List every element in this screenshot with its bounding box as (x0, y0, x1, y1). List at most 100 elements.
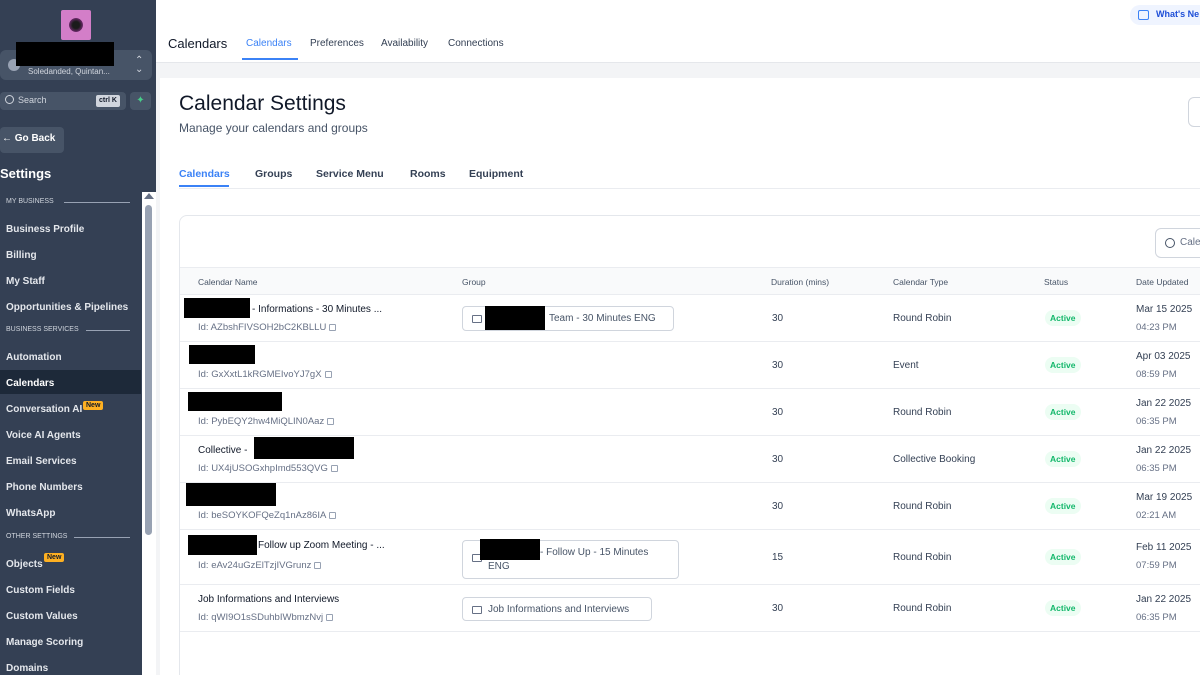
company-logo[interactable] (61, 10, 91, 40)
table-row[interactable]: Follow up Zoom Meeting - ... Id: eAv24uG… (180, 530, 1200, 585)
sidebar-item-calendars[interactable]: Calendars (0, 370, 141, 394)
tab-calendars[interactable]: Calendars (246, 38, 292, 49)
tab-connections[interactable]: Connections (448, 38, 504, 49)
table-row[interactable]: - Informations - 30 Minutes ... Id: AZbs… (180, 295, 1200, 342)
tab-preferences[interactable]: Preferences (310, 38, 364, 49)
date-updated: Jan 22 2025 (1136, 398, 1192, 409)
calendar-type: Round Robin (893, 407, 952, 418)
bolt-icon: ✦ (136, 95, 145, 106)
main-content: Calendar Settings Manage your calendars … (160, 78, 1200, 675)
table-row[interactable]: Id: beSOYKOFQeZq1nAz86IA 30 Round Robin … (180, 483, 1200, 530)
subtab-service-menu[interactable]: Service Menu (316, 168, 384, 180)
redacted-group (485, 306, 545, 330)
settings-title: Settings (0, 166, 52, 181)
subtab-equipment[interactable]: Equipment (469, 168, 523, 180)
subtab-rooms[interactable]: Rooms (410, 168, 446, 180)
status-badge: Active (1045, 357, 1081, 373)
time-updated: 06:35 PM (1136, 416, 1177, 427)
calendar-id-text: Id: qWI9O1sSDuhbIWbmzNvj (198, 612, 324, 623)
sidebar-item-business-profile[interactable]: Business Profile (0, 216, 141, 240)
copy-icon[interactable] (329, 323, 337, 331)
column-header[interactable]: Date Updated (1136, 277, 1188, 287)
sidebar-item-phone-numbers[interactable]: Phone Numbers (0, 474, 141, 498)
calendar-id: Id: PybEQY2hw4MiQLIN0Aaz (198, 416, 335, 427)
table-header: Calendar Name Group Duration (mins) Cale… (180, 267, 1200, 295)
sidebar-item-domains[interactable]: Domains (0, 655, 141, 675)
active-subtab-indicator (179, 185, 229, 187)
redacted-account-name (16, 42, 114, 66)
copy-icon[interactable] (326, 613, 334, 621)
group-name-line2: ENG (488, 561, 510, 572)
table-row[interactable]: Id: PybEQY2hw4MiQLIN0Aaz 30 Round Robin … (180, 389, 1200, 436)
sidebar-item-objects[interactable]: Objects New (0, 551, 141, 575)
date-updated: Apr 03 2025 (1136, 351, 1191, 362)
calendar-id-text: Id: UX4jUSOGxhpImd553QVG (198, 463, 328, 474)
column-header[interactable]: Calendar Type (893, 277, 948, 287)
folder-icon (472, 606, 482, 614)
duration: 15 (772, 552, 784, 563)
copy-icon[interactable] (314, 561, 322, 569)
chevron-updown-icon: ⌃ ⌄ (135, 55, 144, 75)
time-updated: 06:35 PM (1136, 463, 1177, 474)
status-badge: Active (1045, 451, 1081, 467)
redacted-name (186, 483, 276, 506)
sidebar-item-my-staff[interactable]: My Staff (0, 268, 141, 292)
table-row[interactable]: Job Informations and Interviews Id: qWI9… (180, 585, 1200, 632)
sidebar-item-custom-values[interactable]: Custom Values (0, 603, 141, 627)
column-header[interactable]: Calendar Name (198, 277, 258, 287)
subtab-calendars[interactable]: Calendars (179, 168, 230, 180)
whats-new-button[interactable]: What's Ne (1130, 5, 1200, 25)
sidebar-item-custom-fields[interactable]: Custom Fields (0, 577, 141, 601)
copy-icon[interactable] (324, 370, 332, 378)
quick-action-button[interactable]: ✦ (130, 92, 151, 110)
header-action-button[interactable] (1188, 97, 1200, 127)
table-row[interactable]: Collective - Id: UX4jUSOGxhpImd553QVG 30… (180, 436, 1200, 483)
duration: 30 (772, 407, 784, 418)
new-badge: New (83, 401, 104, 410)
go-back-button[interactable]: ← Go Back (0, 127, 64, 153)
sidebar-scrollbar-thumb[interactable] (145, 205, 152, 535)
sidebar-item-opportunities[interactable]: Opportunities & Pipelines (0, 294, 141, 318)
calendar-search-input[interactable]: Cale (1155, 228, 1200, 258)
active-tab-indicator (242, 58, 298, 60)
calendar-id: Id: qWI9O1sSDuhbIWbmzNvj (198, 612, 334, 623)
sidebar-search[interactable]: Search ctrl K (0, 92, 126, 110)
table-row[interactable]: Id: GxXxtL1kRGMEIvoYJ7gX 30 Event Active… (180, 342, 1200, 389)
search-shortcut: ctrl K (96, 95, 120, 107)
calendar-name[interactable]: Collective - (198, 445, 247, 456)
group-name: - Follow Up - 15 Minutes (540, 547, 649, 558)
column-header[interactable]: Group (462, 277, 486, 287)
calendar-id-text: Id: PybEQY2hw4MiQLIN0Aaz (198, 416, 325, 427)
copy-icon[interactable] (330, 464, 338, 472)
page-title: Calendar Settings (179, 92, 346, 115)
sidebar-item-automation[interactable]: Automation (0, 344, 141, 368)
subtab-groups[interactable]: Groups (255, 168, 292, 180)
tab-availability[interactable]: Availability (381, 38, 428, 49)
status-badge: Active (1045, 549, 1081, 565)
column-header[interactable]: Status (1044, 277, 1068, 287)
calendar-name[interactable]: Follow up Zoom Meeting - ... (258, 540, 385, 551)
sidebar-item-label: Objects (6, 559, 43, 570)
copy-icon[interactable] (327, 417, 335, 425)
duration: 30 (772, 454, 784, 465)
section-my-business: MY BUSINESS (6, 198, 54, 205)
calendar-name[interactable]: Job Informations and Interviews (198, 594, 339, 605)
sidebar-item-manage-scoring[interactable]: Manage Scoring (0, 629, 141, 653)
calendar-id: Id: beSOYKOFQeZq1nAz86IA (198, 510, 337, 521)
column-header[interactable]: Duration (mins) (771, 277, 829, 287)
time-updated: 02:21 AM (1136, 510, 1177, 521)
group-tag[interactable]: Job Informations and Interviews (462, 597, 652, 621)
calendar-name[interactable]: - Informations - 30 Minutes ... (252, 304, 382, 315)
sidebar-item-conversation-ai[interactable]: Conversation AI New (0, 396, 141, 420)
scroll-up-arrow-icon[interactable] (144, 193, 154, 199)
sidebar-item-whatsapp[interactable]: WhatsApp (0, 500, 141, 524)
folder-icon (472, 315, 482, 323)
calendar-search-placeholder: Cale (1180, 237, 1200, 248)
sidebar-item-email-services[interactable]: Email Services (0, 448, 141, 472)
search-placeholder: Search (18, 95, 47, 105)
sidebar-item-billing[interactable]: Billing (0, 242, 141, 266)
copy-icon[interactable] (329, 511, 337, 519)
arrow-left-icon: ← (2, 133, 12, 144)
tabs-divider (179, 188, 1200, 189)
sidebar-item-voice-ai[interactable]: Voice AI Agents (0, 422, 141, 446)
